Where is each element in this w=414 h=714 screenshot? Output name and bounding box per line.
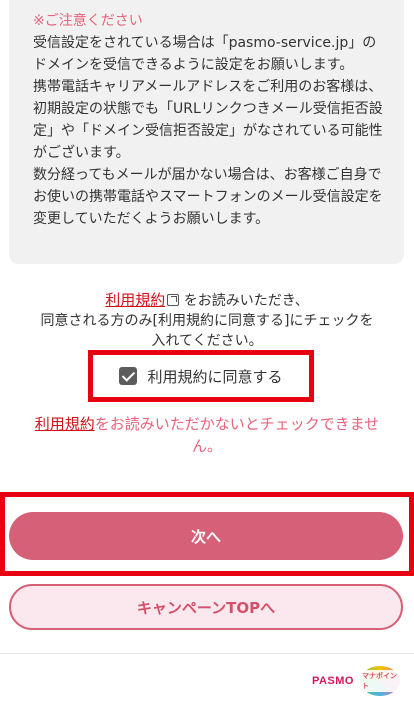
- terms-instructions: 利用規約 をお読みいただき、 同意される方のみ[利用規約に同意する]にチェックを…: [0, 290, 414, 351]
- notice-text-not-received: 数分経ってもメールが届かない場合は、お客様ご自身でお使いの携帯電話やスマートフォ…: [33, 167, 383, 227]
- manapoint-logo-text: マナポイント: [360, 670, 400, 692]
- warning-terms-link[interactable]: 利用規約: [35, 415, 95, 433]
- page: ※ご注意ください 受信設定をされている場合は「pasmo-service.jp」…: [0, 0, 414, 714]
- notice-title: ※ご注意ください: [33, 13, 143, 29]
- notice-text-carrier: 携帯電話キャリアメールアドレスをご利用のお客様は、初期設定の状態でも「URLリン…: [33, 79, 383, 161]
- footer-logos: PASMO マナポイント: [312, 666, 400, 696]
- pasmo-logo: PASMO: [312, 675, 354, 687]
- warning-text: をお読みいただかないとチェックできません。: [94, 415, 380, 455]
- agree-checkbox[interactable]: [119, 367, 138, 385]
- notice-panel: ※ご注意ください 受信設定をされている場合は「pasmo-service.jp」…: [9, 0, 404, 264]
- terms-line-2: 同意される方のみ[利用規約に同意する]にチェックを入れてください。: [40, 313, 374, 349]
- manapoint-logo: マナポイント: [360, 666, 400, 696]
- terms-line1-suffix: をお読みいただき、: [183, 293, 309, 309]
- campaign-top-button[interactable]: キャンペーンTOPへ: [9, 584, 403, 630]
- terms-link[interactable]: 利用規約: [105, 291, 165, 309]
- footer-divider: [0, 653, 414, 654]
- terms-line-1: 利用規約 をお読みいただき、: [0, 290, 414, 311]
- external-link-icon: [167, 294, 180, 306]
- notice-text-domain: 受信設定をされている場合は「pasmo-service.jp」のドメインを受信で…: [33, 35, 377, 73]
- next-button[interactable]: 次へ: [9, 512, 403, 560]
- agree-checkbox-label: 利用規約に同意する: [147, 367, 283, 386]
- agree-warning: 利用規約をお読みいただかないとチェックできません。: [20, 413, 394, 457]
- pasmo-logo-text: PASMO: [311, 675, 354, 687]
- agree-checkbox-row[interactable]: 利用規約に同意する: [88, 350, 314, 402]
